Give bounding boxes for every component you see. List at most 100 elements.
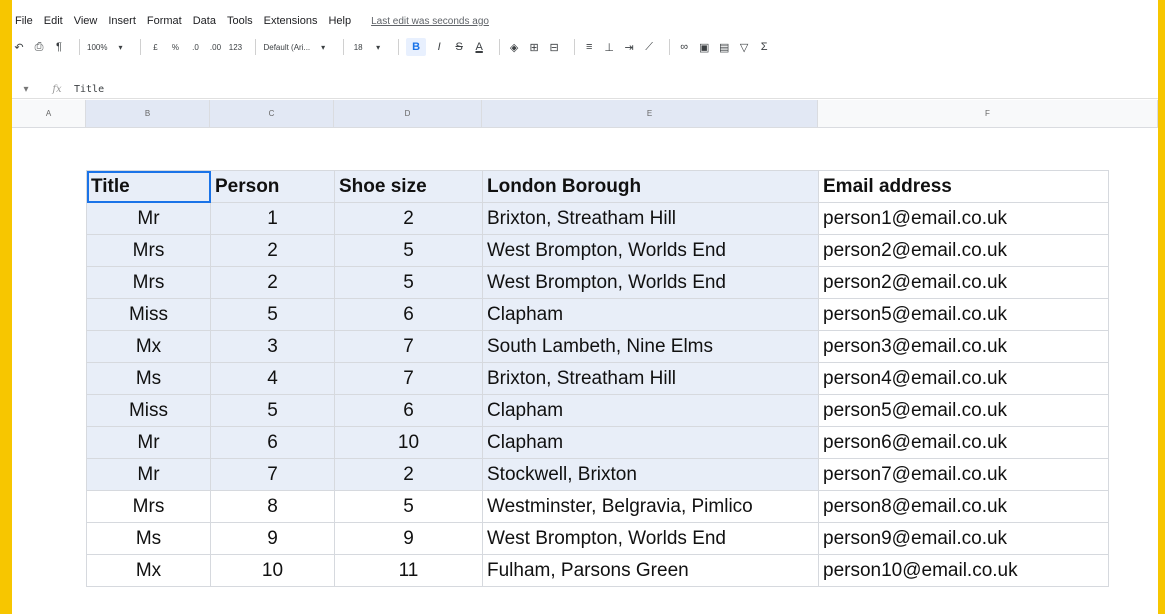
align-left-icon[interactable]: ≡ bbox=[582, 38, 596, 56]
column-header-e[interactable]: E bbox=[482, 100, 818, 127]
cell-email-address[interactable]: person3@email.co.uk bbox=[818, 330, 1109, 363]
currency-format-button[interactable]: £ bbox=[148, 38, 162, 56]
cell-shoe-size[interactable]: 6 bbox=[334, 394, 483, 427]
menu-insert[interactable]: Insert bbox=[107, 15, 137, 27]
cell-person[interactable]: 3 bbox=[210, 330, 335, 363]
cell-person[interactable]: 10 bbox=[210, 554, 335, 587]
chevron-down-icon[interactable]: ▾ bbox=[316, 38, 330, 56]
cell-london-borough[interactable]: Brixton, Streatham Hill bbox=[482, 362, 819, 395]
header-cell-london-borough[interactable]: London Borough bbox=[482, 170, 819, 203]
cell-title[interactable]: Mr bbox=[86, 458, 211, 491]
cell-email-address[interactable]: person4@email.co.uk bbox=[818, 362, 1109, 395]
print-icon[interactable]: ⎙ bbox=[32, 38, 46, 56]
font-size-select[interactable]: 18 bbox=[351, 38, 365, 56]
cell-title[interactable]: Mrs bbox=[86, 266, 211, 299]
cell-shoe-size[interactable]: 6 bbox=[334, 298, 483, 331]
cell-person[interactable]: 1 bbox=[210, 202, 335, 235]
cell-title[interactable]: Mx bbox=[86, 554, 211, 587]
header-cell-email-address[interactable]: Email address bbox=[818, 170, 1109, 203]
paint-format-icon[interactable]: ¶ bbox=[52, 38, 66, 56]
cell-title[interactable]: Miss bbox=[86, 394, 211, 427]
cell-email-address[interactable]: person10@email.co.uk bbox=[818, 554, 1109, 587]
header-cell-person[interactable]: Person bbox=[210, 170, 335, 203]
column-header-d[interactable]: D bbox=[334, 100, 482, 127]
menu-data[interactable]: Data bbox=[192, 15, 217, 27]
cell-title[interactable]: Mx bbox=[86, 330, 211, 363]
cell-london-borough[interactable]: Clapham bbox=[482, 426, 819, 459]
strikethrough-button[interactable]: S bbox=[452, 38, 466, 56]
cell-london-borough[interactable]: West Brompton, Worlds End bbox=[482, 522, 819, 555]
last-edit-link[interactable]: Last edit was seconds ago bbox=[371, 16, 489, 27]
menu-file[interactable]: File bbox=[14, 15, 34, 27]
cell-title[interactable]: Mr bbox=[86, 202, 211, 235]
menu-format[interactable]: Format bbox=[146, 15, 183, 27]
cell-london-borough[interactable]: Westminster, Belgravia, Pimlico bbox=[482, 490, 819, 523]
decrease-decimal-button[interactable]: .0 bbox=[188, 38, 202, 56]
cell-person[interactable]: 6 bbox=[210, 426, 335, 459]
fill-color-icon[interactable]: ◈ bbox=[507, 38, 521, 56]
cell-shoe-size[interactable]: 11 bbox=[334, 554, 483, 587]
column-header-f[interactable]: F bbox=[818, 100, 1158, 127]
header-cell-title[interactable]: Title bbox=[86, 170, 211, 203]
column-header-c[interactable]: C bbox=[210, 100, 334, 127]
zoom-select[interactable]: 100% bbox=[87, 38, 107, 56]
name-box-chevron-icon[interactable]: ▾ bbox=[12, 84, 40, 95]
cell-shoe-size[interactable]: 9 bbox=[334, 522, 483, 555]
cell-title[interactable]: Ms bbox=[86, 522, 211, 555]
cell-shoe-size[interactable]: 7 bbox=[334, 362, 483, 395]
italic-button[interactable]: I bbox=[432, 38, 446, 56]
bold-button[interactable]: B bbox=[406, 38, 427, 56]
cell-shoe-size[interactable]: 2 bbox=[334, 458, 483, 491]
cell-london-borough[interactable]: West Brompton, Worlds End bbox=[482, 266, 819, 299]
cell-person[interactable]: 5 bbox=[210, 394, 335, 427]
cell-email-address[interactable]: person1@email.co.uk bbox=[818, 202, 1109, 235]
cell-shoe-size[interactable]: 7 bbox=[334, 330, 483, 363]
cell-email-address[interactable]: person6@email.co.uk bbox=[818, 426, 1109, 459]
formula-input[interactable]: Title bbox=[74, 84, 104, 95]
cell-london-borough[interactable]: Fulham, Parsons Green bbox=[482, 554, 819, 587]
text-color-button[interactable]: A bbox=[472, 38, 486, 56]
cell-title[interactable]: Miss bbox=[86, 298, 211, 331]
cell-email-address[interactable]: person9@email.co.uk bbox=[818, 522, 1109, 555]
text-wrap-icon[interactable]: ⇥ bbox=[622, 38, 636, 56]
cell-london-borough[interactable]: South Lambeth, Nine Elms bbox=[482, 330, 819, 363]
merge-cells-icon[interactable]: ⊟ bbox=[547, 38, 561, 56]
cell-shoe-size[interactable]: 5 bbox=[334, 490, 483, 523]
borders-icon[interactable]: ⊞ bbox=[527, 38, 541, 56]
cell-email-address[interactable]: person7@email.co.uk bbox=[818, 458, 1109, 491]
menu-extensions[interactable]: Extensions bbox=[263, 15, 319, 27]
cell-shoe-size[interactable]: 5 bbox=[334, 234, 483, 267]
cell-person[interactable]: 7 bbox=[210, 458, 335, 491]
menu-view[interactable]: View bbox=[73, 15, 99, 27]
menu-tools[interactable]: Tools bbox=[226, 15, 254, 27]
column-header-b[interactable]: B bbox=[86, 100, 210, 127]
cell-shoe-size[interactable]: 5 bbox=[334, 266, 483, 299]
chevron-down-icon[interactable]: ▾ bbox=[371, 38, 385, 56]
cell-person[interactable]: 2 bbox=[210, 234, 335, 267]
functions-button[interactable]: Σ bbox=[757, 38, 771, 56]
cell-person[interactable]: 9 bbox=[210, 522, 335, 555]
cell-title[interactable]: Mrs bbox=[86, 234, 211, 267]
cell-shoe-size[interactable]: 10 bbox=[334, 426, 483, 459]
increase-decimal-button[interactable]: .00 bbox=[208, 38, 222, 56]
cell-london-borough[interactable]: Clapham bbox=[482, 298, 819, 331]
cell-person[interactable]: 2 bbox=[210, 266, 335, 299]
cell-email-address[interactable]: person2@email.co.uk bbox=[818, 234, 1109, 267]
cell-email-address[interactable]: person2@email.co.uk bbox=[818, 266, 1109, 299]
cell-title[interactable]: Ms bbox=[86, 362, 211, 395]
chart-icon[interactable]: ▤ bbox=[717, 38, 731, 56]
cell-london-borough[interactable]: Stockwell, Brixton bbox=[482, 458, 819, 491]
cell-email-address[interactable]: person5@email.co.uk bbox=[818, 394, 1109, 427]
menu-edit[interactable]: Edit bbox=[43, 15, 64, 27]
chevron-down-icon[interactable]: ▾ bbox=[113, 38, 127, 56]
more-formats-button[interactable]: 123 bbox=[228, 38, 242, 56]
cell-london-borough[interactable]: Brixton, Streatham Hill bbox=[482, 202, 819, 235]
vertical-align-icon[interactable]: ⊥ bbox=[602, 38, 616, 56]
cell-person[interactable]: 5 bbox=[210, 298, 335, 331]
menu-help[interactable]: Help bbox=[327, 15, 352, 27]
link-icon[interactable]: ∞ bbox=[677, 38, 691, 56]
cell-london-borough[interactable]: West Brompton, Worlds End bbox=[482, 234, 819, 267]
cell-person[interactable]: 8 bbox=[210, 490, 335, 523]
font-select[interactable]: Default (Ari... bbox=[263, 38, 310, 56]
undo-icon[interactable]: ↶ bbox=[12, 38, 26, 56]
